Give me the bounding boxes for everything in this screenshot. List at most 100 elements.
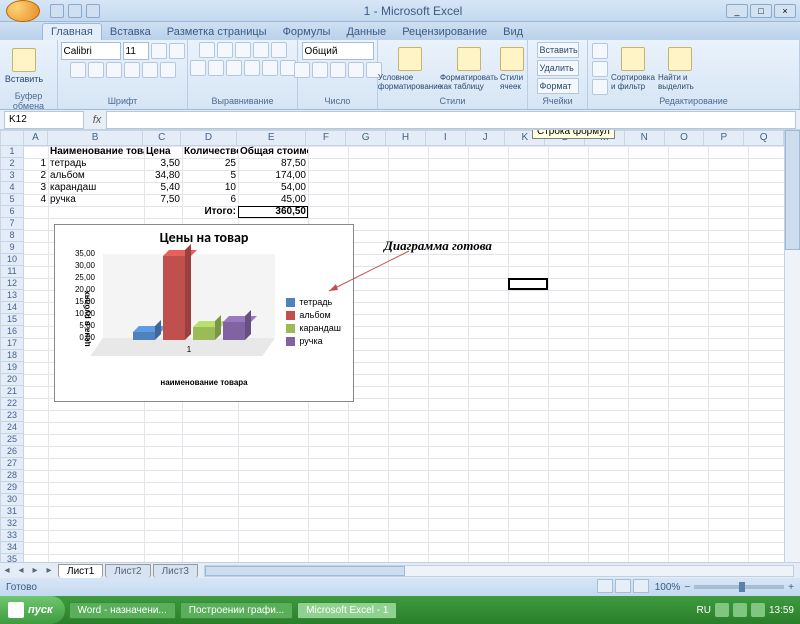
row-header-4[interactable]: 4 xyxy=(0,182,24,194)
format-as-table-button[interactable]: Форматировать как таблицу xyxy=(441,45,497,93)
sheet-tab-1[interactable]: Лист1 xyxy=(58,564,103,578)
row-header-21[interactable]: 21 xyxy=(0,386,24,398)
sheet-tab-2[interactable]: Лист2 xyxy=(105,564,150,578)
cell-styles-button[interactable]: Стили ячеек xyxy=(500,45,524,93)
percent-icon[interactable] xyxy=(312,62,328,78)
row-header-11[interactable]: 11 xyxy=(0,266,24,278)
row-header-29[interactable]: 29 xyxy=(0,482,24,494)
zoom-in-button[interactable]: + xyxy=(788,582,794,593)
increase-decimal-icon[interactable] xyxy=(348,62,364,78)
col-header-A[interactable]: A xyxy=(24,130,48,146)
vertical-scrollbar[interactable] xyxy=(784,130,800,562)
row-header-12[interactable]: 12 xyxy=(0,278,24,290)
tab-review[interactable]: Рецензирование xyxy=(394,24,495,40)
col-header-J[interactable]: J xyxy=(466,130,506,146)
italic-icon[interactable] xyxy=(88,62,104,78)
tab-data[interactable]: Данные xyxy=(338,24,394,40)
clear-icon[interactable] xyxy=(592,79,608,95)
currency-icon[interactable] xyxy=(294,62,310,78)
row-header-27[interactable]: 27 xyxy=(0,458,24,470)
col-header-C[interactable]: C xyxy=(143,130,181,146)
tab-view[interactable]: Вид xyxy=(495,24,531,40)
fill-color-icon[interactable] xyxy=(142,62,158,78)
bold-icon[interactable] xyxy=(70,62,86,78)
row-header-10[interactable]: 10 xyxy=(0,254,24,266)
tab-insert[interactable]: Вставка xyxy=(102,24,159,40)
row-header-18[interactable]: 18 xyxy=(0,350,24,362)
row-header-25[interactable]: 25 xyxy=(0,434,24,446)
font-color-icon[interactable] xyxy=(160,62,176,78)
cell-A5[interactable]: 4 xyxy=(24,194,48,206)
cell-D6[interactable]: Итого: xyxy=(182,206,238,218)
fx-icon[interactable]: fx xyxy=(88,114,106,126)
row-header-16[interactable]: 16 xyxy=(0,326,24,338)
row-header-9[interactable]: 9 xyxy=(0,242,24,254)
cell-B1[interactable]: Наименование товара xyxy=(48,146,144,158)
qat-redo-icon[interactable] xyxy=(86,4,100,18)
sort-filter-button[interactable]: Сортировка и фильтр xyxy=(611,45,655,93)
row-header-34[interactable]: 34 xyxy=(0,542,24,554)
decrease-indent-icon[interactable] xyxy=(244,60,260,76)
paste-button[interactable]: Вставить xyxy=(4,42,44,90)
close-button[interactable]: × xyxy=(774,4,796,18)
row-header-32[interactable]: 32 xyxy=(0,518,24,530)
find-select-button[interactable]: Найти и выделить xyxy=(658,45,702,93)
row-header-31[interactable]: 31 xyxy=(0,506,24,518)
autosum-icon[interactable] xyxy=(592,43,608,59)
view-layout-icon[interactable] xyxy=(615,579,631,593)
underline-icon[interactable] xyxy=(106,62,122,78)
row-header-17[interactable]: 17 xyxy=(0,338,24,350)
cell-B3[interactable]: альбом xyxy=(48,170,144,182)
zoom-level[interactable]: 100% xyxy=(655,582,681,593)
shrink-font-icon[interactable] xyxy=(169,43,185,59)
zoom-slider[interactable] xyxy=(694,585,784,589)
row-header-8[interactable]: 8 xyxy=(0,230,24,242)
align-center-icon[interactable] xyxy=(208,60,224,76)
zoom-thumb[interactable] xyxy=(739,582,745,592)
col-header-E[interactable]: E xyxy=(237,130,307,146)
cell-A4[interactable]: 3 xyxy=(24,182,48,194)
taskbar-item-excel[interactable]: Microsoft Excel - 1 xyxy=(297,602,397,619)
cell-D1[interactable]: Количество xyxy=(182,146,238,158)
align-right-icon[interactable] xyxy=(226,60,242,76)
insert-cells-button[interactable]: Вставить xyxy=(537,42,579,58)
row-header-30[interactable]: 30 xyxy=(0,494,24,506)
cell-B4[interactable]: карандаш xyxy=(48,182,144,194)
col-header-D[interactable]: D xyxy=(181,130,237,146)
column-headers[interactable]: ABCDEFGHIJKLMNOPQ xyxy=(24,130,784,146)
cell-A2[interactable]: 1 xyxy=(24,158,48,170)
row-header-7[interactable]: 7 xyxy=(0,218,24,230)
align-middle-icon[interactable] xyxy=(217,42,233,58)
delete-cells-button[interactable]: Удалить xyxy=(537,60,579,76)
view-pagebreak-icon[interactable] xyxy=(633,579,649,593)
cell-D4[interactable]: 10 xyxy=(182,182,238,194)
embedded-chart[interactable]: Цены на товарцена в рублях0,005,0010,001… xyxy=(54,224,354,402)
cell-C5[interactable]: 7,50 xyxy=(144,194,182,206)
row-header-13[interactable]: 13 xyxy=(0,290,24,302)
tab-page-layout[interactable]: Разметка страницы xyxy=(159,24,275,40)
tray-lang[interactable]: RU xyxy=(697,605,711,616)
row-header-20[interactable]: 20 xyxy=(0,374,24,386)
font-size-select[interactable] xyxy=(123,42,149,60)
col-header-P[interactable]: P xyxy=(704,130,744,146)
row-header-1[interactable]: 1 xyxy=(0,146,24,158)
cell-C1[interactable]: Цена xyxy=(144,146,182,158)
name-box[interactable]: K12 xyxy=(4,111,84,129)
cell-A3[interactable]: 2 xyxy=(24,170,48,182)
number-format-select[interactable] xyxy=(302,42,374,60)
comma-icon[interactable] xyxy=(330,62,346,78)
cell-C3[interactable]: 34,80 xyxy=(144,170,182,182)
row-header-33[interactable]: 33 xyxy=(0,530,24,542)
cell-C4[interactable]: 5,40 xyxy=(144,182,182,194)
cell-E3[interactable]: 174,00 xyxy=(238,170,308,182)
row-header-24[interactable]: 24 xyxy=(0,422,24,434)
col-header-H[interactable]: H xyxy=(386,130,426,146)
row-header-5[interactable]: 5 xyxy=(0,194,24,206)
col-header-N[interactable]: N xyxy=(625,130,665,146)
conditional-formatting-button[interactable]: Условное форматирование xyxy=(382,45,438,93)
col-header-O[interactable]: O xyxy=(665,130,705,146)
row-header-3[interactable]: 3 xyxy=(0,170,24,182)
tray-clock[interactable]: 13:59 xyxy=(769,605,794,616)
row-header-26[interactable]: 26 xyxy=(0,446,24,458)
tray-icon-3[interactable] xyxy=(751,603,765,617)
